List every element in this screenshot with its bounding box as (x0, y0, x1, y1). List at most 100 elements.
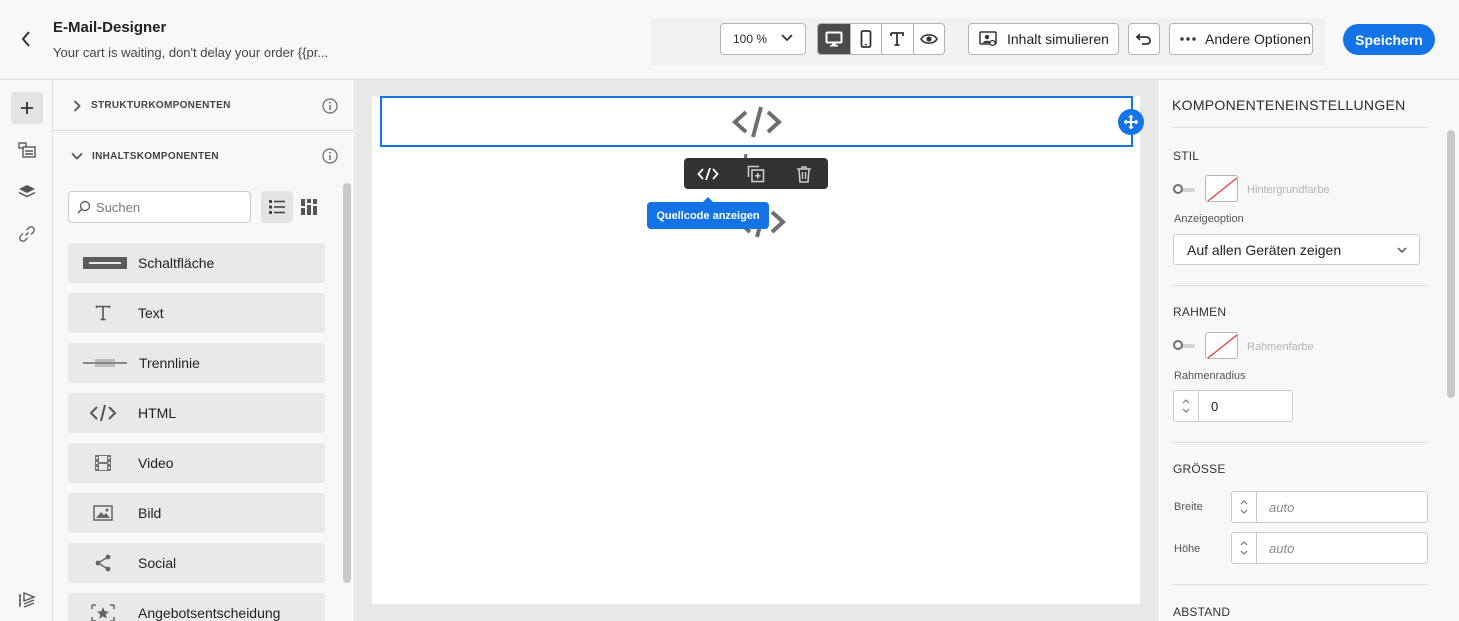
desktop-view-button[interactable] (818, 24, 850, 54)
search-input[interactable] (96, 199, 246, 215)
move-handle[interactable] (1118, 109, 1144, 135)
display-option-value: Auf allen Geräten zeigen (1187, 241, 1342, 258)
component-label: Schaltfläche (138, 255, 215, 271)
image-icon (93, 505, 113, 521)
width-stepper[interactable]: auto (1231, 491, 1428, 523)
components-panel: STRUKTURKOMPONENTEN INHALTSKOMPONENTEN S… (53, 80, 355, 621)
more-options-label: Andere Optionen (1205, 31, 1311, 47)
stepper-arrows[interactable] (1174, 391, 1199, 421)
back-button[interactable] (16, 28, 36, 50)
component-offer-decision[interactable]: Angebotsentscheidung (68, 593, 325, 621)
code-icon (697, 167, 719, 180)
search-icon (77, 200, 91, 214)
component-text[interactable]: Text (68, 293, 325, 333)
offer-icon (91, 604, 115, 621)
links-rail-button[interactable] (11, 218, 43, 250)
chevron-down-icon (1240, 509, 1248, 514)
settings-rail-button[interactable] (11, 584, 43, 616)
grid-view-button[interactable] (293, 191, 325, 223)
text-icon (95, 305, 111, 321)
component-video[interactable]: Video (68, 443, 325, 483)
preview-eye-icon (919, 34, 938, 44)
structure-components-header[interactable]: STRUKTURKOMPONENTEN (53, 81, 354, 131)
content-components-label: INHALTSKOMPONENTEN (92, 150, 219, 162)
list-view-button[interactable] (261, 191, 293, 223)
selected-html-component[interactable] (380, 96, 1133, 147)
share-icon (95, 554, 111, 572)
chevron-down-icon (781, 34, 793, 42)
email-body: Quellcode anzeigen (372, 96, 1144, 604)
style-section-title: STIL (1173, 149, 1200, 163)
height-value: auto (1269, 540, 1295, 556)
chevron-left-icon (21, 31, 30, 47)
tooltip: Quellcode anzeigen (647, 197, 769, 229)
mobile-icon (860, 30, 872, 48)
layers-icon (18, 185, 36, 198)
move-icon (1124, 115, 1138, 129)
display-option-select[interactable]: Auf allen Geräten zeigen (1173, 234, 1420, 265)
border-radius-stepper[interactable]: 0 (1173, 390, 1293, 422)
components-rail-button[interactable] (11, 92, 43, 124)
chevron-up-icon (1240, 541, 1248, 546)
border-section-title: RAHMEN (1173, 305, 1227, 319)
html-code-icon (731, 105, 782, 138)
size-section-title: GRÖSSE (1173, 462, 1226, 476)
simulate-user-icon (979, 31, 997, 47)
content-components-header[interactable]: INHALTSKOMPONENTEN (53, 131, 354, 181)
info-icon[interactable] (322, 148, 338, 164)
border-radius-value: 0 (1211, 398, 1219, 414)
chevron-right-icon (73, 99, 81, 112)
info-icon[interactable] (322, 98, 338, 114)
settings-scrollbar[interactable] (1447, 130, 1455, 398)
stepper-arrows[interactable] (1232, 533, 1257, 563)
component-button[interactable]: Schaltfläche (68, 243, 325, 283)
chevron-down-icon (1182, 408, 1190, 413)
undo-icon (1135, 33, 1151, 45)
component-label: HTML (138, 405, 177, 421)
component-settings-panel: KOMPONENTENEINSTELLUNGEN STIL Hintergrun… (1157, 80, 1459, 621)
left-rail (0, 80, 53, 621)
list-view-icon (269, 200, 285, 214)
settings-title: KOMPONENTENEINSTELLUNGEN (1172, 97, 1406, 113)
button-icon (83, 257, 127, 269)
zoom-select[interactable]: 100 % (720, 23, 806, 55)
simulate-content-button[interactable]: Inhalt simulieren (968, 23, 1119, 55)
spacing-section-title: ABSTAND (1173, 605, 1231, 619)
preview-button[interactable] (912, 24, 945, 54)
show-source-button[interactable] (684, 158, 732, 189)
layers-rail-button[interactable] (11, 176, 43, 208)
delete-button[interactable] (780, 158, 828, 189)
divider-icon (83, 359, 127, 367)
stepper-arrows[interactable] (1232, 492, 1257, 522)
text-view-button[interactable] (881, 24, 913, 54)
component-html[interactable]: HTML (68, 393, 325, 433)
text-icon (890, 32, 905, 46)
component-social[interactable]: Social (68, 543, 325, 583)
background-color-swatch[interactable] (1205, 175, 1238, 202)
component-image[interactable]: Bild (68, 493, 325, 533)
duplicate-button[interactable] (732, 158, 780, 189)
width-label: Breite (1174, 501, 1203, 513)
height-stepper[interactable]: auto (1231, 532, 1428, 564)
background-color-toggle[interactable] (1173, 184, 1197, 196)
component-search[interactable] (68, 191, 251, 223)
display-option-label: Anzeigeoption (1174, 213, 1244, 225)
border-color-swatch[interactable] (1205, 332, 1238, 359)
save-button[interactable]: Speichern (1343, 24, 1435, 55)
undo-button[interactable] (1128, 23, 1160, 55)
border-color-toggle[interactable] (1173, 340, 1197, 352)
chevron-up-icon (1240, 500, 1248, 505)
height-label: Höhe (1174, 543, 1201, 555)
delete-icon (797, 165, 811, 183)
fragments-rail-button[interactable] (11, 134, 43, 166)
width-value: auto (1269, 499, 1295, 515)
no-color-icon (1207, 177, 1237, 201)
background-color-label: Hintergrundfarbe (1247, 184, 1330, 196)
component-label: Video (138, 455, 174, 471)
component-divider[interactable]: Trennlinie (68, 343, 325, 383)
border-radius-label: Rahmenradius (1174, 370, 1246, 382)
mobile-view-button[interactable] (849, 24, 882, 54)
components-scrollbar[interactable] (343, 183, 351, 583)
more-options-button[interactable]: Andere Optionen (1169, 23, 1313, 55)
link-icon (19, 226, 35, 242)
